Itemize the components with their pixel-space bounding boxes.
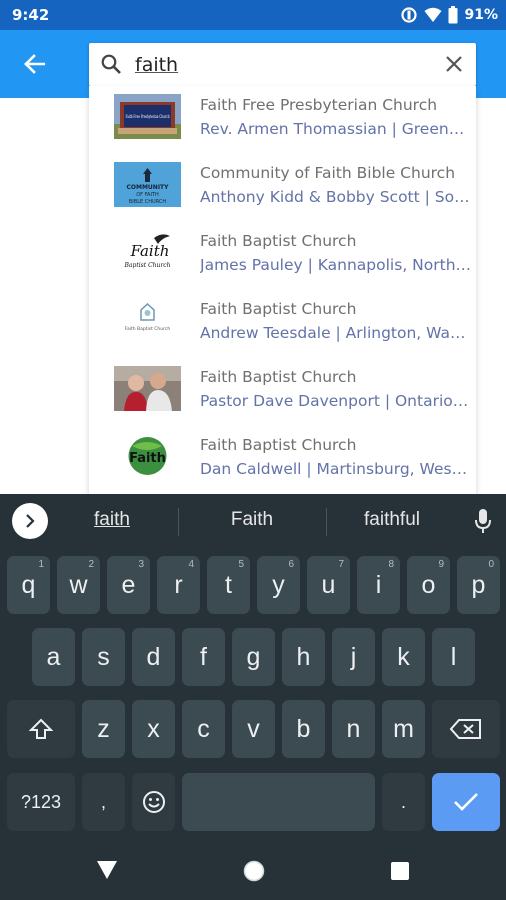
- result-subtitle: James Pauley | Kannapolis, North Carolin…: [200, 256, 472, 274]
- result-title: Community of Faith Bible Church: [200, 164, 456, 182]
- result-item[interactable]: Faith Faith Baptist Church Dan Caldwell …: [89, 426, 476, 494]
- emoji-icon: [142, 791, 165, 813]
- key-f[interactable]: f: [182, 628, 225, 686]
- status-icons: 91%: [400, 6, 498, 24]
- svg-text:Faith: Faith: [130, 242, 170, 260]
- enter-key[interactable]: [432, 773, 500, 831]
- key-y[interactable]: y6: [257, 556, 300, 614]
- suggestion-faith-cap[interactable]: Faith: [187, 509, 317, 531]
- result-thumbnail: [114, 366, 181, 411]
- shift-icon: [29, 718, 53, 739]
- chevron-right-icon: [26, 514, 35, 528]
- key-g[interactable]: g: [232, 628, 275, 686]
- svg-text:OF FAITH: OF FAITH: [136, 192, 159, 198]
- key-h[interactable]: h: [282, 628, 325, 686]
- result-item[interactable]: COMMUNITY OF FAITH BIBLE CHURCH Communit…: [89, 154, 476, 222]
- key-e[interactable]: e3: [107, 556, 150, 614]
- status-time: 9:42: [12, 6, 50, 24]
- shift-key[interactable]: [7, 700, 75, 758]
- battery-level: 91%: [464, 7, 498, 23]
- home-circle-icon[interactable]: [242, 859, 266, 883]
- result-thumbnail: Faith Baptist Church: [114, 298, 181, 343]
- key-o[interactable]: o9: [407, 556, 450, 614]
- svg-text:COMMUNITY: COMMUNITY: [126, 184, 169, 191]
- suggestion-faith[interactable]: faith: [47, 509, 177, 531]
- svg-text:BIBLE CHURCH: BIBLE CHURCH: [129, 199, 166, 205]
- key-c[interactable]: c: [182, 700, 225, 758]
- key-r[interactable]: r4: [157, 556, 200, 614]
- result-item[interactable]: Faith Baptist Church Pastor Dave Davenpo…: [89, 358, 476, 426]
- key-m[interactable]: m: [382, 700, 425, 758]
- key-j[interactable]: j: [332, 628, 375, 686]
- recents-square-icon[interactable]: [390, 861, 410, 881]
- svg-text:Baptist Church: Baptist Church: [124, 262, 171, 269]
- key-k[interactable]: k: [382, 628, 425, 686]
- backspace-key[interactable]: [432, 700, 500, 758]
- status-bar: 9:42 91%: [0, 0, 506, 30]
- result-subtitle: Rev. Armen Thomassian | Greenville, Sout…: [200, 120, 472, 138]
- result-item[interactable]: Faith Baptist Church Faith Baptist Churc…: [89, 290, 476, 358]
- result-subtitle: Pastor Dave Davenport | Ontario, Oregon: [200, 392, 472, 410]
- mic-icon[interactable]: [474, 508, 492, 534]
- result-thumbnail: Faith Baptist Church: [114, 230, 181, 275]
- result-title: Faith Baptist Church: [200, 300, 357, 318]
- key-p[interactable]: p0: [457, 556, 500, 614]
- keyboard-menu-button[interactable]: [12, 503, 48, 539]
- symbols-key[interactable]: ?123: [7, 773, 75, 831]
- key-u[interactable]: u7: [307, 556, 350, 614]
- key-w[interactable]: w2: [57, 556, 100, 614]
- key-t[interactable]: t5: [207, 556, 250, 614]
- key-n[interactable]: n: [332, 700, 375, 758]
- result-thumbnail: Faith: [114, 434, 181, 479]
- suggestion-faithful[interactable]: faithful: [327, 509, 457, 531]
- result-subtitle: Dan Caldwell | Martinsburg, West Virgini…: [200, 460, 472, 478]
- navigation-bar: [0, 842, 506, 900]
- search-icon: [101, 54, 121, 74]
- key-x[interactable]: x: [132, 700, 175, 758]
- wifi-icon: [424, 7, 442, 22]
- data-saver-icon: [401, 7, 418, 23]
- key-l[interactable]: l: [432, 628, 475, 686]
- key-i[interactable]: i8: [357, 556, 400, 614]
- key-q[interactable]: q1: [7, 556, 50, 614]
- result-title: Faith Baptist Church: [200, 368, 357, 386]
- clear-icon[interactable]: [444, 54, 464, 74]
- key-v[interactable]: v: [232, 700, 275, 758]
- arrow-back-icon: [24, 54, 45, 74]
- key-b[interactable]: b: [282, 700, 325, 758]
- result-subtitle: Anthony Kidd & Bobby Scott | South Carol…: [200, 188, 472, 206]
- result-title: Faith Free Presbyterian Church: [200, 96, 438, 114]
- search-input[interactable]: [135, 51, 425, 79]
- emoji-key[interactable]: [132, 773, 175, 831]
- search-results-list: Faith Free Presbyterian Church Faith Fre…: [89, 86, 476, 494]
- svg-text:Faith: Faith: [129, 451, 166, 466]
- comma-key[interactable]: ,: [82, 773, 125, 831]
- result-subtitle: Andrew Teesdale | Arlington, Washington: [200, 324, 472, 342]
- svg-text:Faith Baptist Church: Faith Baptist Church: [125, 326, 171, 332]
- result-thumbnail: Faith Free Presbyterian Church: [114, 94, 181, 139]
- result-thumbnail: COMMUNITY OF FAITH BIBLE CHURCH: [114, 162, 181, 207]
- suggestion-divider: [178, 508, 179, 536]
- check-icon: [454, 793, 478, 811]
- suggestion-bar: faith Faith faithful: [0, 494, 506, 546]
- key-d[interactable]: d: [132, 628, 175, 686]
- result-item[interactable]: Faith Free Presbyterian Church Faith Fre…: [89, 86, 476, 154]
- search-box: [89, 43, 476, 86]
- result-item[interactable]: Faith Baptist Church Faith Baptist Churc…: [89, 222, 476, 290]
- svg-text:Faith Free Presbyterian Church: Faith Free Presbyterian Church: [126, 114, 170, 120]
- period-key[interactable]: .: [382, 773, 425, 831]
- result-title: Faith Baptist Church: [200, 436, 357, 454]
- key-z[interactable]: z: [82, 700, 125, 758]
- back-triangle-icon[interactable]: [96, 860, 118, 880]
- key-s[interactable]: s: [82, 628, 125, 686]
- result-title: Faith Baptist Church: [200, 232, 357, 250]
- key-a[interactable]: a: [32, 628, 75, 686]
- keyboard: faith Faith faithful q1 w2 e3 r4 t5 y6 u…: [0, 494, 506, 842]
- space-key[interactable]: [182, 773, 375, 831]
- battery-icon: [448, 6, 458, 24]
- back-button[interactable]: [18, 48, 50, 80]
- backspace-icon: [449, 719, 481, 739]
